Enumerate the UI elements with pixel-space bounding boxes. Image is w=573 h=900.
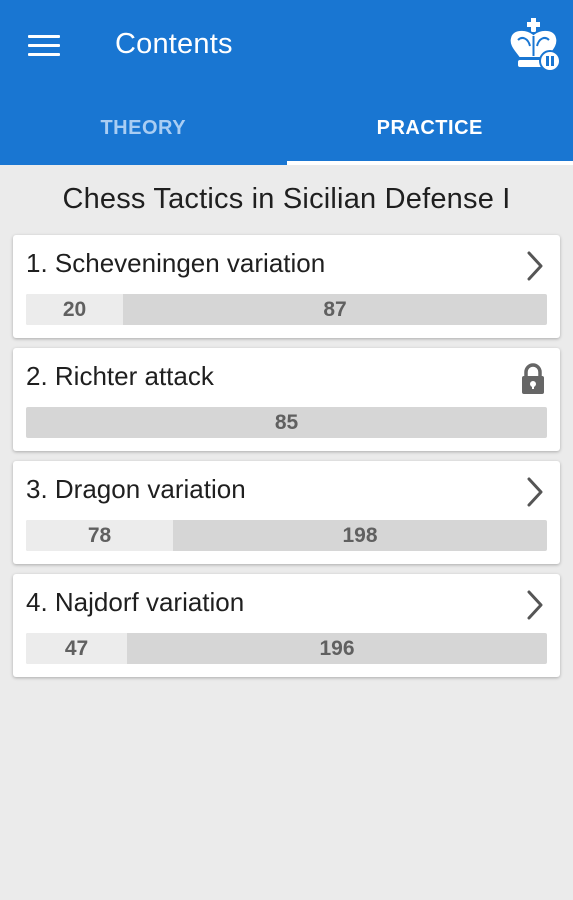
chess-king-logo-icon[interactable] [506, 16, 562, 74]
solved-count: 20 [26, 294, 123, 325]
tab-theory[interactable]: THEORY [0, 92, 287, 165]
book-title: Chess Tactics in Sicilian Defense I [62, 183, 511, 215]
tab-bar: THEORY PRACTICE [0, 92, 573, 165]
chapter-card-richter[interactable]: 2. Richter attack 85 [13, 348, 560, 451]
chevron-right-icon [524, 249, 546, 283]
menu-button[interactable] [18, 26, 70, 66]
app-bar: Contents THEORY PRACTICE [0, 0, 573, 165]
chevron-right-icon [524, 475, 546, 509]
total-count: 196 [319, 636, 355, 660]
total-count: 198 [342, 523, 378, 547]
chapter-card-najdorf[interactable]: 4. Najdorf variation 47 196 [13, 574, 560, 677]
menu-icon [28, 35, 60, 57]
chevron-right-icon [524, 588, 546, 622]
chapter-label: 4. Najdorf variation [26, 587, 245, 617]
solved-count: 47 [26, 633, 127, 664]
chapter-label: 2. Richter attack [26, 361, 214, 391]
progress-bar: 85 [26, 407, 547, 438]
chapter-label: 3. Dragon variation [26, 474, 246, 504]
progress-bar: 20 87 [26, 294, 547, 325]
chapter-label: 1. Scheveningen variation [26, 248, 326, 278]
lock-icon [520, 362, 546, 396]
chapter-card-scheveningen[interactable]: 1. Scheveningen variation 20 87 [13, 235, 560, 338]
total-count: 85 [274, 410, 299, 434]
progress-bar: 47 196 [26, 633, 547, 664]
chapter-card-dragon[interactable]: 3. Dragon variation 78 198 [13, 461, 560, 564]
solved-count: 78 [26, 520, 173, 551]
progress-bar: 78 198 [26, 520, 547, 551]
tab-practice[interactable]: PRACTICE [286, 92, 573, 165]
total-count: 87 [323, 297, 347, 321]
page-title: Contents [115, 28, 233, 60]
